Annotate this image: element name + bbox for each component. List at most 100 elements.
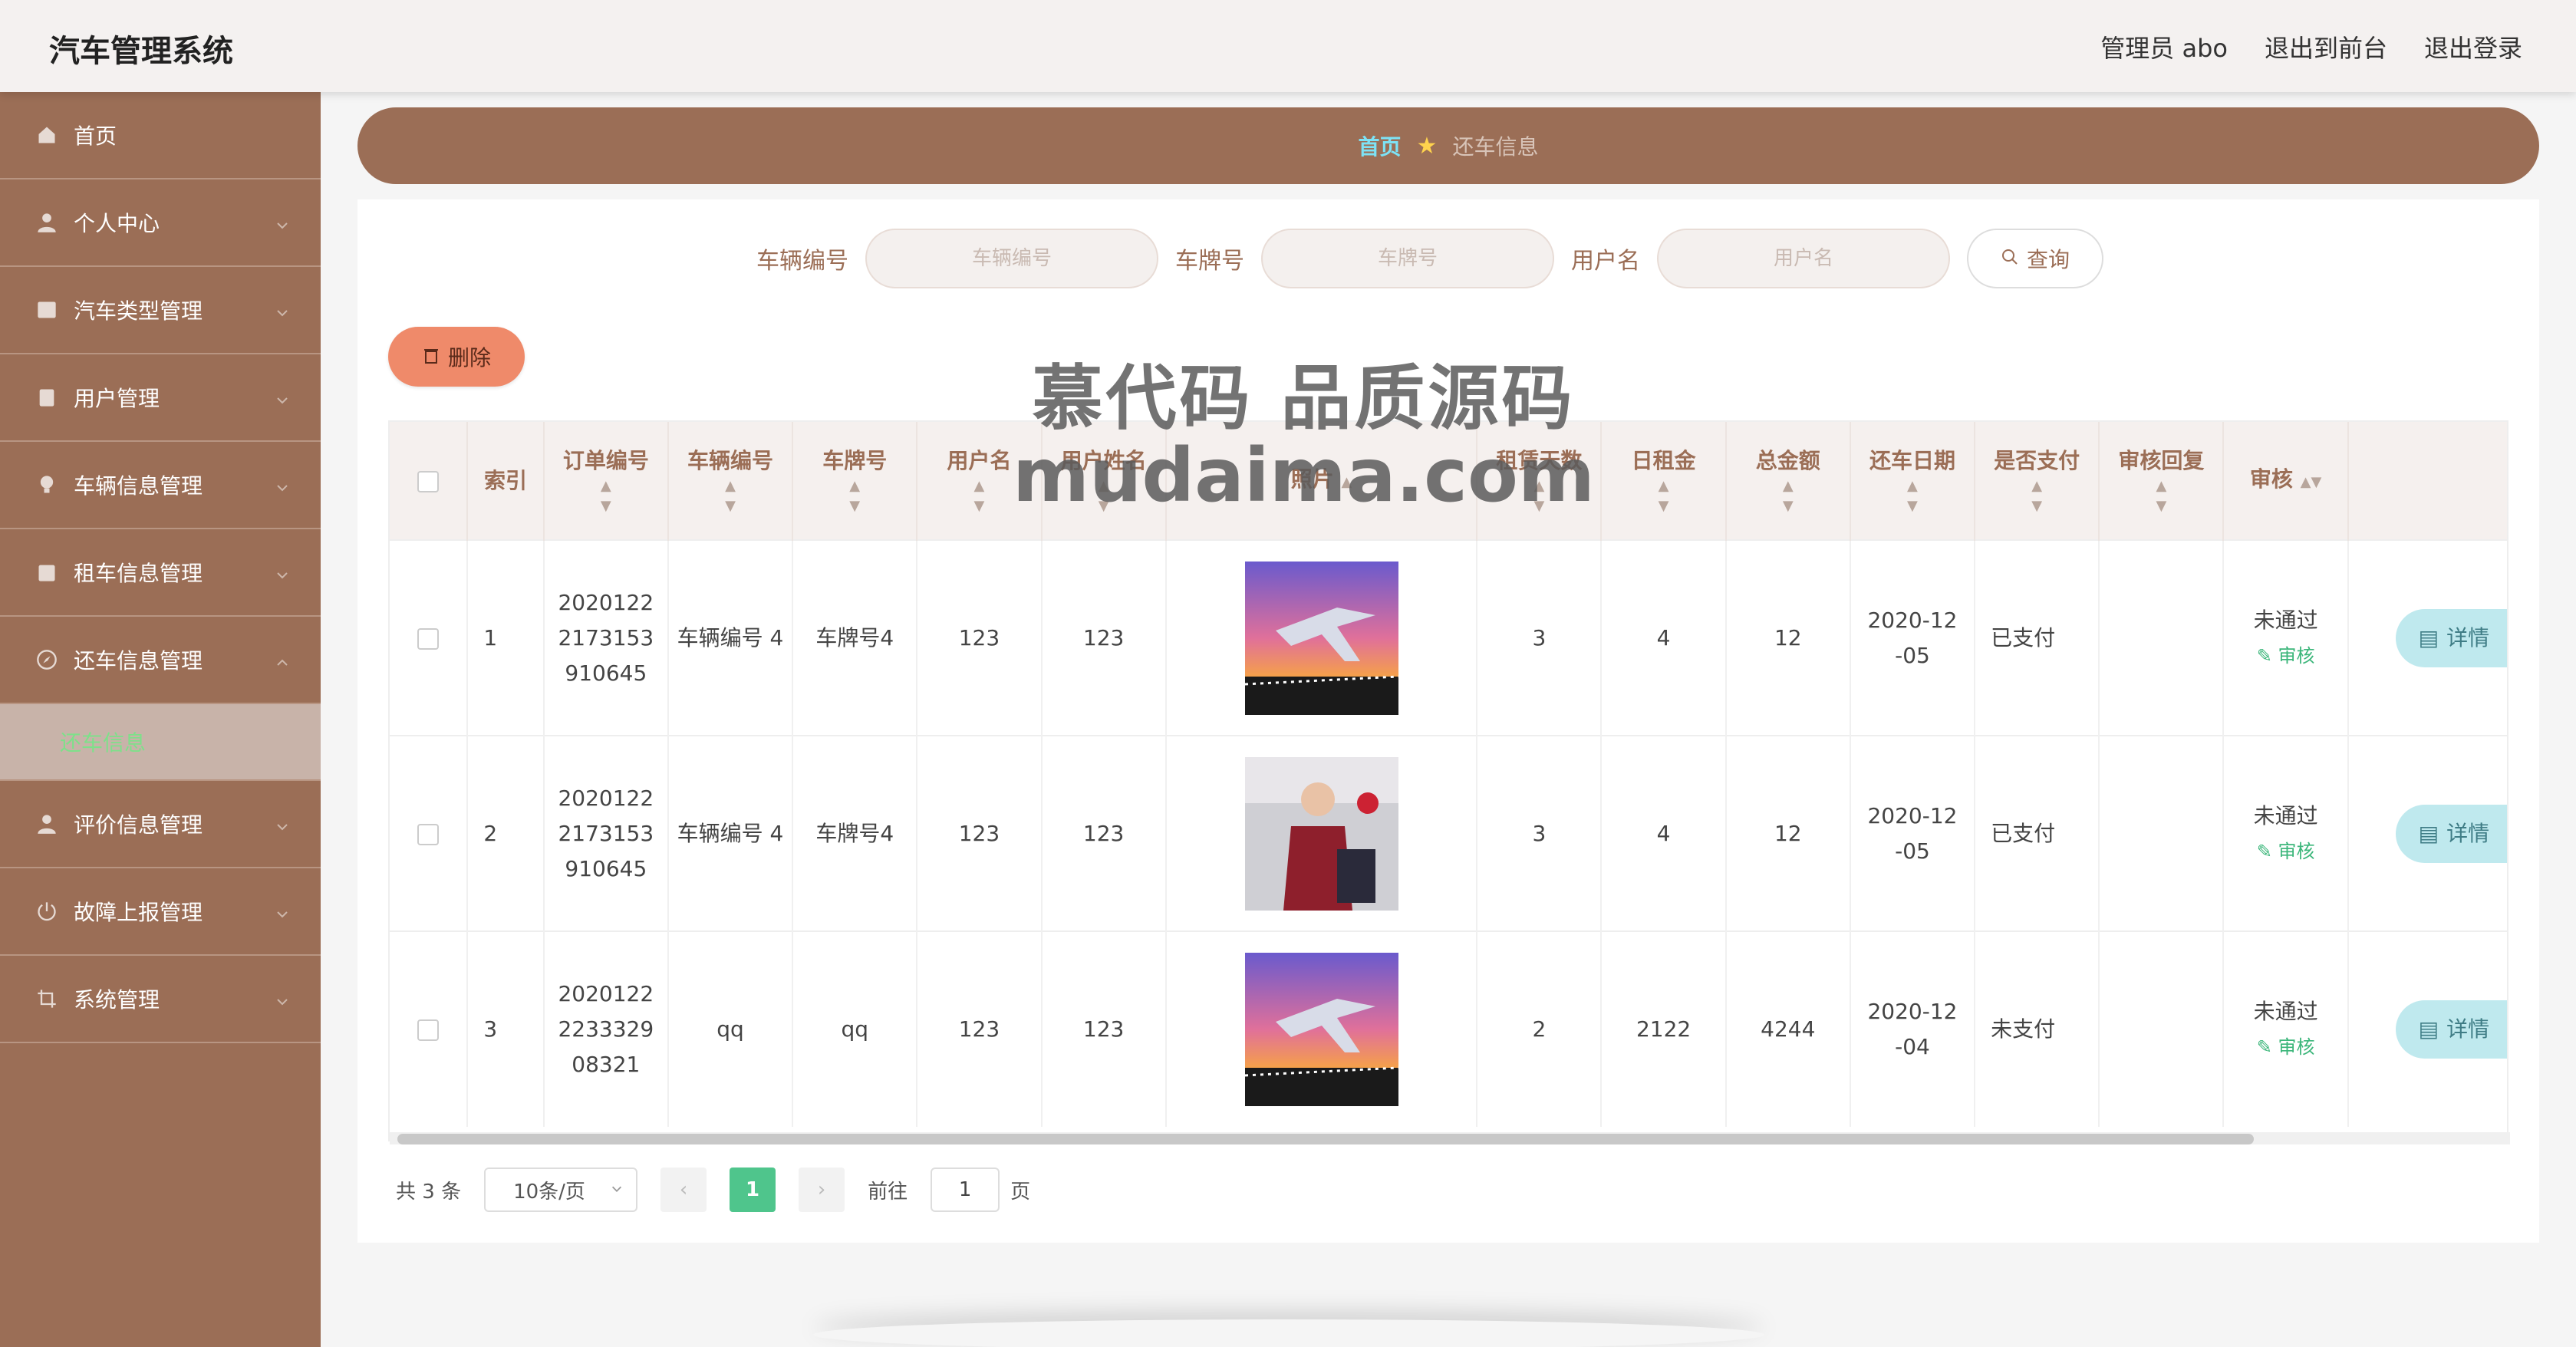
sidebar-item-car-type[interactable]: 汽车类型管理 [0,267,321,354]
cell-reply [2099,736,2225,931]
sidebar-item-system[interactable]: 系统管理 [0,956,321,1043]
vehicle-no-input[interactable] [865,229,1158,288]
cell-audit: 未通过 ✎ 审核 [2223,736,2349,931]
username-input[interactable] [1657,229,1950,288]
query-button[interactable]: 查询 [1967,229,2103,288]
admin-label[interactable]: 管理员 abo [2100,29,2228,64]
user-icon [35,812,58,835]
cell-days: 3 [1477,736,1603,931]
attendant-photo[interactable] [1244,756,1398,911]
row-checkbox[interactable] [417,1019,440,1041]
airplane-photo[interactable] [1244,561,1398,715]
sidebar-item-label: 个人中心 [74,211,160,236]
audit-button[interactable]: ✎ 审核 [2230,638,2340,674]
calendar-icon [35,561,58,584]
sidebar: 首页 个人中心 汽车类型管理 用户管理 车辆信息管理 租车信息管理 还车信息管理… [0,92,321,1347]
cell-photo [1165,540,1478,736]
header-days[interactable]: 租赁天数 ▲ ▼ [1477,422,1603,540]
header-order-no[interactable]: 订单编号 ▲ ▼ [543,422,669,540]
list-icon [35,298,58,321]
row-checkbox[interactable] [417,823,440,845]
sort-icon[interactable]: ▲▼ [669,476,792,516]
sort-icon[interactable]: ▲▼ [2301,474,2322,490]
header-return-date[interactable]: 还车日期 ▲ ▼ [1850,422,1976,540]
detail-button[interactable]: ▤ 详情 [2395,804,2507,863]
sidebar-item-home[interactable]: 首页 [0,92,321,179]
airplane-photo[interactable] [1244,953,1398,1106]
sidebar-item-personal-center[interactable]: 个人中心 [0,179,321,267]
header-vehicle-no[interactable]: 车辆编号 ▲ ▼ [667,422,794,540]
header-daily-rent[interactable]: 日租金 ▲ ▼ [1601,422,1727,540]
sidebar-item-label: 系统管理 [74,987,160,1013]
next-page-button[interactable]: › [799,1168,845,1212]
sidebar-item-rentals[interactable]: 租车信息管理 [0,529,321,617]
header-audit-reply[interactable]: 审核回复 ▲ ▼ [2099,422,2225,540]
sort-icon[interactable]: ▲ [1341,474,1352,490]
header-plate[interactable]: 车牌号 ▲ ▼ [792,422,918,540]
sidebar-item-reviews[interactable]: 评价信息管理 [0,781,321,868]
cell-daily: 2122 [1601,931,1727,1127]
table-row: 3 2020122 2233329 08321 qq qq 123 123 2 … [390,931,2507,1127]
sort-icon[interactable]: ▲▼ [1602,476,1724,516]
cell-index: 3 [467,931,545,1127]
header-username[interactable]: 用户名 ▲ ▼ [917,422,1043,540]
sort-icon[interactable]: ▲▼ [545,476,667,516]
header-total[interactable]: 总金额 ▲ ▼ [1725,422,1851,540]
goto-label: 前往 [868,1180,908,1204]
cell-actions: ▤ 详情 [2347,931,2507,1127]
page-suffix: 页 [1010,1180,1031,1204]
row-checkbox[interactable] [417,627,440,650]
header-audit[interactable]: 审核 ▲▼ [2223,422,2349,540]
sort-icon[interactable]: ▲▼ [1727,476,1850,516]
page-size-select[interactable]: 10条/页 [484,1168,638,1212]
chevron-down-icon [275,301,290,326]
power-icon [35,900,58,923]
page-1-button[interactable]: 1 [730,1168,776,1212]
cell-audit: 未通过 ✎ 审核 [2223,931,2349,1127]
select-all-checkbox[interactable] [417,470,440,492]
sort-icon[interactable]: ▲▼ [917,476,1040,516]
plate-input[interactable] [1261,229,1554,288]
sidebar-item-vehicles[interactable]: 车辆信息管理 [0,442,321,529]
cell-total: 4244 [1725,931,1851,1127]
breadcrumb-home[interactable]: 首页 [1359,130,1402,161]
sort-icon[interactable]: ▲▼ [1975,476,2098,516]
sort-icon[interactable]: ▲▼ [1043,476,1165,516]
header-photo[interactable]: 照片 ▲ [1165,422,1478,540]
sidebar-item-label: 首页 [74,124,117,149]
cell-index: 1 [467,540,545,736]
audit-button[interactable]: ✎ 审核 [2230,834,2340,869]
cell-reply [2099,540,2225,736]
sort-icon[interactable]: ▲▼ [793,476,916,516]
delete-button[interactable]: 删除 [388,327,525,387]
sort-icon[interactable]: ▲▼ [1477,476,1600,516]
cell-index: 2 [467,736,545,931]
detail-button[interactable]: ▤ 详情 [2395,608,2507,667]
sidebar-item-label: 车辆信息管理 [74,473,203,499]
chevron-down-icon [275,990,290,1015]
cell-username: 123 [917,736,1043,931]
audit-button[interactable]: ✎ 审核 [2230,1029,2340,1065]
detail-button[interactable]: ▤ 详情 [2395,1000,2507,1059]
header-paid[interactable]: 是否支付 ▲ ▼ [1975,422,2100,540]
goto-page-input[interactable] [931,1168,1000,1212]
sidebar-item-faults[interactable]: 故障上报管理 [0,868,321,956]
horizontal-scrollbar[interactable] [390,1132,2510,1144]
pagination: 共 3 条 10条/页 ‹ 1 › 前往 页 [396,1168,1030,1212]
exit-to-front-link[interactable]: 退出到前台 [2265,29,2387,64]
sort-icon[interactable]: ▲▼ [2100,476,2222,516]
edit-icon: ✎ [2256,840,2272,862]
sidebar-item-returns[interactable]: 还车信息管理 [0,617,321,704]
sort-icon[interactable]: ▲▼ [1851,476,1974,516]
prev-page-button[interactable]: ‹ [660,1168,707,1212]
sidebar-item-label: 汽车类型管理 [74,298,203,324]
cell-total: 12 [1725,540,1851,736]
chevron-down-icon [275,388,290,413]
header-realname[interactable]: 用户姓名 ▲ ▼ [1041,422,1167,540]
sidebar-item-users[interactable]: 用户管理 [0,354,321,442]
cell-photo [1165,931,1478,1127]
scrollbar-thumb[interactable] [397,1134,2254,1144]
sidebar-subitem-return-info[interactable]: 还车信息 [0,704,321,781]
document-icon: ▤ [2418,820,2439,846]
logout-link[interactable]: 退出登录 [2424,29,2522,64]
